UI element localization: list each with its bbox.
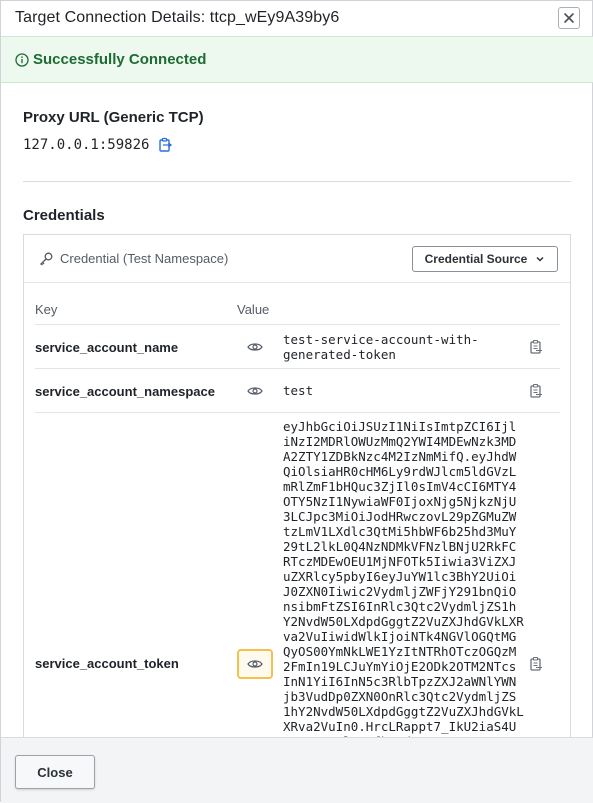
eye-icon[interactable]	[237, 376, 273, 406]
column-header-key: Key	[35, 302, 58, 317]
credential-value: test-service-account-with- generated-tok…	[283, 332, 479, 362]
copy-icon[interactable]	[528, 339, 544, 355]
chevron-down-icon	[536, 256, 544, 262]
credential-source-label: Credential Source	[424, 252, 528, 266]
credential-key: service_account_token	[35, 656, 179, 671]
copy-icon[interactable]	[157, 137, 173, 153]
key-icon	[40, 252, 53, 265]
column-header-value: Value	[237, 302, 270, 317]
dialog-header: Target Connection Details: ttcp_wEy9A39b…	[1, 1, 593, 35]
credential-card: Credential (Test Namespace) Credential S…	[23, 234, 571, 737]
success-banner: Successfully Connected	[1, 36, 593, 83]
credential-name: Credential (Test Namespace)	[60, 251, 229, 266]
proxy-heading: Proxy URL (Generic TCP)	[23, 109, 204, 126]
close-icon[interactable]	[558, 7, 580, 29]
proxy-url: 127.0.0.1:59826	[23, 137, 150, 153]
dialog-title: Target Connection Details: ttcp_wEy9A39b…	[15, 9, 340, 26]
credential-value: test	[283, 383, 314, 398]
copy-icon[interactable]	[528, 383, 544, 399]
credential-key: service_account_name	[35, 340, 179, 355]
credential-key: service_account_namespace	[35, 384, 215, 399]
eye-icon[interactable]	[237, 649, 273, 679]
eye-icon[interactable]	[237, 332, 273, 362]
close-button[interactable]: Close	[15, 755, 95, 789]
credentials-heading: Credentials	[23, 207, 105, 224]
info-circle-icon	[15, 52, 29, 67]
credential-value: eyJhbGciOiJSUzI1NiIsImtpZCI6Ijl iNzI2MDR…	[283, 419, 524, 737]
credential-card-header: Credential (Test Namespace) Credential S…	[24, 235, 570, 283]
copy-icon[interactable]	[528, 656, 544, 672]
credential-source-button[interactable]: Credential Source	[412, 246, 558, 272]
dialog-body: Proxy URL (Generic TCP) 127.0.0.1:59826 …	[1, 84, 593, 737]
proxy-url-row: 127.0.0.1:59826	[23, 137, 173, 153]
section-divider	[23, 181, 571, 182]
table-row: service_account_namespace test	[35, 368, 560, 412]
table-row: service_account_name test-service-accoun…	[35, 324, 560, 368]
table-row: service_account_token eyJhbGciOiJSUzI1Ni…	[35, 412, 560, 737]
connection-details-dialog: Target Connection Details: ttcp_wEy9A39b…	[0, 0, 593, 803]
dialog-footer: Close	[1, 737, 593, 803]
success-message: Successfully Connected	[33, 51, 207, 68]
